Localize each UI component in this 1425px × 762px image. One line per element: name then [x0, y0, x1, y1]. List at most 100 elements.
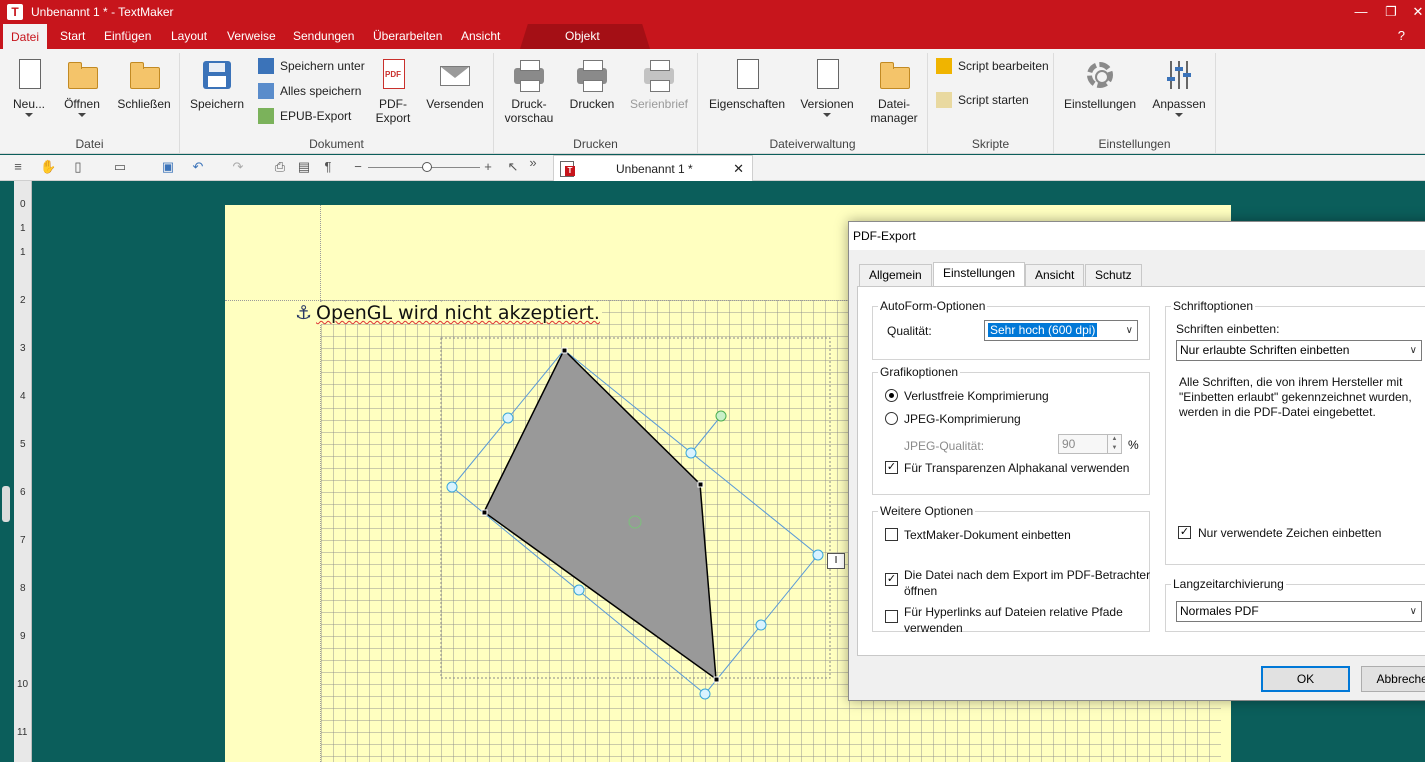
save-as-button[interactable]: Speichern unter — [258, 57, 365, 75]
ok-button[interactable]: OK — [1261, 666, 1350, 692]
zoom-out-icon[interactable]: − — [350, 159, 366, 175]
close-icon[interactable]: ✕ — [1405, 2, 1425, 22]
rotation-handle[interactable] — [715, 410, 727, 422]
epub-export-button[interactable]: EPUB-Export — [258, 107, 351, 125]
customize-button[interactable]: Anpassen — [1148, 57, 1210, 117]
more-icon[interactable]: » — [525, 155, 541, 171]
tab-start[interactable]: Start — [52, 24, 93, 49]
send-button[interactable]: Versenden — [424, 57, 486, 111]
run-script-button[interactable]: Script starten — [936, 91, 1029, 109]
vertex-handle[interactable] — [697, 481, 704, 488]
zoom-slider-thumb[interactable] — [422, 162, 432, 172]
open-folder-small-icon[interactable]: ▭ — [112, 159, 128, 175]
chevron-down-icon — [25, 113, 33, 117]
panel-grip[interactable] — [2, 486, 10, 522]
lossless-radio[interactable] — [885, 389, 898, 402]
menu-lines-icon[interactable]: ≡ — [10, 159, 26, 175]
spinner-arrows[interactable]: ▲ ▼ — [1107, 435, 1121, 453]
text-frame-icon[interactable]: I — [827, 553, 845, 569]
edit-script-button[interactable]: Script bearbeiten — [936, 57, 1049, 75]
embed-fonts-select[interactable]: Nur erlaubte Schriften einbetten ∨ — [1176, 340, 1422, 361]
dialog-title-bar[interactable]: PDF-Export — [849, 222, 1425, 250]
relative-paths-checkbox[interactable] — [885, 610, 898, 623]
ribbon-group-label: Skripte — [971, 137, 1010, 151]
used-chars-checkbox[interactable]: ✓ — [1178, 526, 1191, 539]
tab-ueberarbeiten[interactable]: Überarbeiten — [365, 24, 450, 49]
epub-icon — [258, 108, 274, 124]
tab-objekt[interactable]: Objekt — [520, 24, 650, 49]
sliders-icon — [1167, 61, 1191, 89]
open-after-export-checkbox[interactable]: ✓ — [885, 573, 898, 586]
app-logo-icon: T — [7, 4, 23, 20]
dialog-tab-allgemein[interactable]: Allgemein — [859, 264, 932, 286]
window-title: Unbenannt 1 * - TextMaker — [31, 5, 174, 19]
embed-document-checkbox[interactable] — [885, 528, 898, 541]
resize-handle[interactable] — [685, 447, 697, 459]
mail-merge-button[interactable]: Serienbrief — [628, 57, 690, 111]
new-document-small-icon[interactable]: ▯ — [70, 159, 86, 175]
dialog-tab-einstellungen[interactable]: Einstellungen — [933, 262, 1026, 287]
hand-icon[interactable]: ✋ — [40, 159, 56, 175]
tab-sendungen[interactable]: Sendungen — [285, 24, 362, 49]
maximize-icon[interactable]: ❐ — [1378, 2, 1404, 22]
print-button[interactable]: Drucken — [564, 57, 620, 111]
tab-layout[interactable]: Layout — [163, 24, 215, 49]
print-small-icon[interactable]: ⎙ — [272, 159, 288, 175]
pointer-icon[interactable]: ↖ — [505, 159, 521, 175]
cancel-button[interactable]: Abbrechen — [1361, 666, 1425, 692]
minimize-icon[interactable]: — — [1348, 2, 1374, 22]
save-all-button[interactable]: Alles speichern — [258, 82, 361, 100]
properties-button[interactable]: Eigenschaften — [706, 57, 788, 111]
vertex-handle[interactable] — [481, 509, 488, 516]
file-manager-button[interactable]: Datei- manager — [866, 57, 922, 125]
archiving-select[interactable]: Normales PDF ∨ — [1176, 601, 1422, 622]
run-script-label: Script starten — [958, 93, 1029, 107]
resize-handle[interactable] — [812, 549, 824, 561]
jpeg-quality-spinner[interactable]: 90 ▲ ▼ — [1058, 434, 1122, 454]
pilcrow-icon[interactable]: ¶ — [320, 159, 336, 175]
tab-verweise[interactable]: Verweise — [219, 24, 284, 49]
pdf-export-button[interactable]: PDF- Export — [370, 57, 416, 125]
new-button[interactable]: Neu... — [6, 57, 52, 117]
resize-handle[interactable] — [446, 481, 458, 493]
zoom-slider[interactable] — [368, 162, 480, 172]
print-preview-button[interactable]: Druck- vorschau — [500, 57, 558, 125]
close-tab-icon[interactable]: ✕ — [733, 161, 744, 177]
help-icon[interactable]: ? — [1398, 28, 1405, 43]
tab-datei[interactable]: Datei — [3, 24, 48, 49]
zoom-in-icon[interactable]: + — [480, 159, 496, 175]
graphics-options-group: Grafikoptionen — [872, 365, 1150, 495]
save-button[interactable]: Speichern — [188, 57, 246, 111]
dialog-tab-ansicht[interactable]: Ansicht — [1025, 264, 1085, 286]
tab-einfuegen[interactable]: Einfügen — [96, 24, 159, 49]
redo-icon[interactable]: ↷ — [230, 159, 246, 175]
folder-icon — [68, 62, 98, 89]
document-tab[interactable]: Unbenannt 1 * ✕ — [553, 155, 753, 181]
text-frame-small-icon[interactable]: ▤ — [296, 159, 312, 175]
jpeg-radio[interactable] — [885, 412, 898, 425]
print-preview-label-1: Druck- — [511, 97, 547, 111]
open-button[interactable]: Öffnen — [58, 57, 106, 117]
edit-script-label: Script bearbeiten — [958, 59, 1049, 73]
save-small-icon[interactable]: ▣ — [160, 159, 176, 175]
resize-handle[interactable] — [699, 688, 711, 700]
versions-button[interactable]: Versionen — [796, 57, 858, 117]
close-document-button[interactable]: Schließen — [114, 57, 174, 111]
resize-handle[interactable] — [502, 412, 514, 424]
resize-handle[interactable] — [573, 584, 585, 596]
vertex-handle[interactable] — [713, 676, 720, 683]
settings-button[interactable]: Einstellungen — [1060, 57, 1140, 111]
ribbon-group-skripte: Script bearbeiten Script starten Skripte — [928, 53, 1054, 153]
folder-close-icon — [130, 62, 160, 89]
selected-polygon-shape[interactable] — [483, 348, 717, 681]
quality-select[interactable]: Sehr hoch (600 dpi) ∨ — [984, 320, 1138, 341]
archiving-legend: Langzeitarchivierung — [1173, 577, 1284, 591]
vertex-handle[interactable] — [561, 347, 568, 354]
dialog-tab-schutz[interactable]: Schutz — [1085, 264, 1142, 286]
alpha-checkbox[interactable]: ✓ — [885, 461, 898, 474]
resize-handle[interactable] — [755, 619, 767, 631]
undo-icon[interactable]: ↶ — [190, 159, 206, 175]
open-after-export-label-1: Die Datei nach dem Export im PDF-Betrach… — [904, 568, 1151, 582]
ruler-number: 1 — [20, 223, 26, 234]
tab-ansicht[interactable]: Ansicht — [453, 24, 508, 49]
